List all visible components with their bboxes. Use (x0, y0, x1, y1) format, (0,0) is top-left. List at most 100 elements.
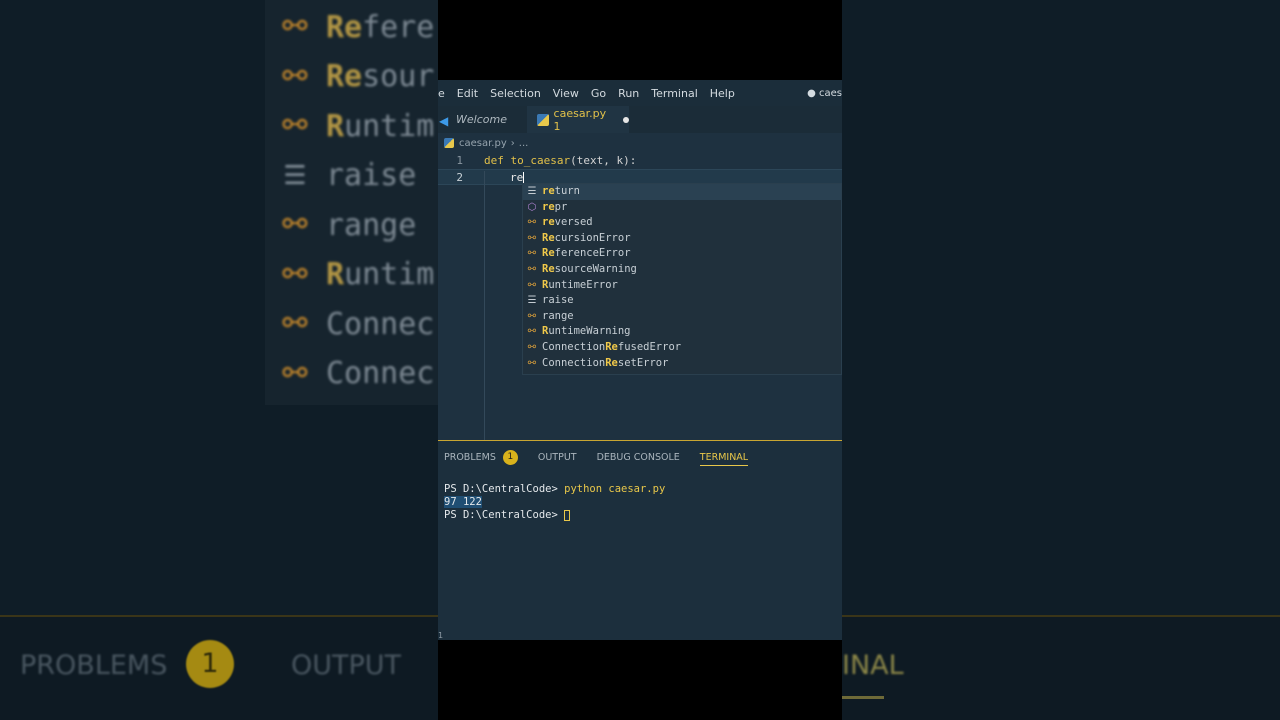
tab-terminal[interactable]: TERMINAL (699, 452, 749, 466)
tab-output[interactable]: OUTPUT (538, 452, 577, 463)
class-icon: ⚯ (527, 232, 537, 244)
suggestion-label: RuntimeWarning (542, 325, 631, 338)
menu-terminal[interactable]: Terminal (651, 87, 698, 100)
menu-file-fragment[interactable]: e (438, 87, 445, 100)
window-title: ● caes (807, 87, 842, 99)
vscode-icon: ◀ (439, 113, 449, 128)
chevron-right-icon: › (510, 137, 515, 149)
line-number: 1 (456, 154, 463, 167)
menu-help[interactable]: Help (710, 87, 735, 100)
suggestion-item[interactable]: ⚯ RuntimeWarning (523, 324, 841, 340)
background-suggest-label: Runtim (326, 108, 435, 144)
suggestion-label: repr (542, 200, 568, 213)
suggestion-item[interactable]: ⬡ repr (523, 200, 841, 216)
background-suggest-item: ☰ raise (278, 154, 416, 198)
background-suggest-label: raise (326, 158, 417, 193)
suggestion-label: RecursionError (542, 231, 631, 244)
cube-icon: ⬡ (527, 201, 537, 213)
menu-edit[interactable]: Edit (457, 87, 478, 100)
breadcrumb-symbol[interactable]: ... (519, 138, 529, 149)
tab-caesar-label: caesar.py 1 (553, 106, 607, 133)
vscode-window: e Edit Selection View Go Run Terminal He… (438, 80, 842, 640)
problems-count-badge: 1 (502, 450, 518, 465)
breadcrumb: caesar.py › ... (438, 133, 842, 153)
menu-bar: e Edit Selection View Go Run Terminal He… (438, 80, 842, 106)
background-output-tab: OUTPUT (291, 650, 402, 681)
menu-run[interactable]: Run (618, 87, 639, 100)
background-suggest-item: ⚯ Refere (278, 5, 434, 49)
background-suggest-label: Runtim (326, 257, 435, 292)
suggestion-label: RuntimeError (542, 278, 618, 291)
class-icon: ⚯ (282, 58, 308, 94)
code-line[interactable]: 1 def to_caesar(text, k): (438, 153, 842, 169)
suggestion-item[interactable]: ☰ return (523, 184, 841, 200)
suggestion-label: reversed (542, 216, 593, 229)
code-text: def to_caesar(text, k): (484, 154, 637, 167)
class-icon: ⚯ (282, 108, 308, 143)
class-icon: ⚯ (527, 263, 537, 275)
class-icon: ⚯ (282, 306, 308, 341)
top-letterbox (438, 0, 842, 80)
status-indicator: 1 (438, 631, 444, 640)
terminal-output[interactable]: PS D:\CentralCode> python caesar.py 97 1… (444, 483, 665, 522)
suggestion-label: range (542, 309, 574, 322)
class-icon: ⚯ (282, 9, 308, 44)
suggestion-item[interactable]: ⚯ ConnectionResetError (523, 356, 841, 372)
class-icon: ⚯ (527, 326, 537, 338)
suggestion-label: raise (542, 294, 574, 307)
class-icon: ⚯ (282, 207, 308, 242)
class-icon: ⚯ (527, 248, 537, 260)
background-suggest-label: Resour (326, 59, 435, 94)
background-suggest-label: Refere (326, 9, 435, 45)
background-suggest-label: range (326, 207, 417, 243)
unsaved-dot-icon[interactable] (623, 116, 629, 123)
background-suggest-item: ⚯ range (278, 203, 416, 247)
class-icon: ⚯ (527, 341, 537, 353)
python-file-icon (537, 113, 549, 126)
tab-welcome[interactable]: ◀ Welcome (438, 106, 526, 133)
tab-problems[interactable]: PROBLEMS 1 (444, 450, 518, 465)
tab-caesar-py[interactable]: caesar.py 1 (527, 106, 629, 133)
background-suggest-item: ⚯ Connec (278, 352, 434, 396)
keyword-icon: ☰ (283, 160, 307, 191)
suggestion-item[interactable]: ⚯ ReferenceError (523, 246, 841, 262)
suggestion-label: ConnectionResetError (542, 356, 669, 369)
class-icon: ⚯ (527, 357, 537, 369)
suggestion-item[interactable]: ⚯ ConnectionRefusedError (523, 340, 841, 356)
autocomplete-suggestions[interactable]: ☰ return ⬡ repr ⚯ reversed ⚯ RecursionError ⚯ Ref… (522, 183, 842, 375)
tab-debug-console[interactable]: DEBUG CONSOLE (597, 452, 680, 463)
background-terminal-tab: INAL (842, 650, 904, 681)
class-icon: ⚯ (282, 256, 308, 292)
suggestion-item[interactable]: ⚯ range (523, 309, 841, 325)
suggestion-label: return (542, 185, 580, 197)
terminal-line: PS D:\CentralCode> (444, 509, 665, 522)
bottom-letterbox (438, 640, 842, 720)
bottom-panel: PROBLEMS 1 OUTPUT DEBUG CONSOLE TERMINAL … (438, 440, 842, 640)
keyword-icon: ☰ (527, 186, 537, 197)
background-suggest-label: Connec (326, 356, 435, 391)
suggestion-item[interactable]: ⚯ RuntimeError (523, 278, 841, 294)
tab-welcome-label: Welcome (456, 113, 507, 126)
terminal-line: PS D:\CentralCode> python caesar.py (444, 483, 666, 495)
suggestion-label: ResourceWarning (542, 262, 637, 275)
breadcrumb-file[interactable]: caesar.py (459, 138, 507, 149)
menu-selection[interactable]: Selection (490, 87, 541, 100)
suggestion-item[interactable]: ⚯ ResourceWarning (523, 262, 841, 278)
code-editor[interactable]: 1 def to_caesar(text, k): 2 re (438, 153, 842, 185)
background-suggest-item: ⚯ Connec (278, 302, 434, 346)
background-problems-badge: 1 (186, 640, 234, 688)
background-suggest-item: ⚯ Runtim (278, 104, 434, 148)
class-icon: ⚯ (527, 279, 537, 291)
indent-guide (484, 171, 485, 441)
suggestion-item[interactable]: ⚯ reversed (523, 215, 841, 231)
menu-view[interactable]: View (553, 87, 579, 100)
background-terminal-underline (842, 696, 884, 699)
suggestion-item[interactable]: ☰ raise (523, 293, 841, 309)
class-icon: ⚯ (527, 310, 537, 322)
suggestion-item[interactable]: ⚯ RecursionError (523, 231, 841, 247)
terminal-cursor (564, 509, 571, 521)
menu-go[interactable]: Go (591, 87, 606, 100)
suggestion-label: ReferenceError (542, 247, 631, 260)
class-icon: ⚯ (282, 355, 308, 391)
line-number: 2 (456, 171, 463, 184)
